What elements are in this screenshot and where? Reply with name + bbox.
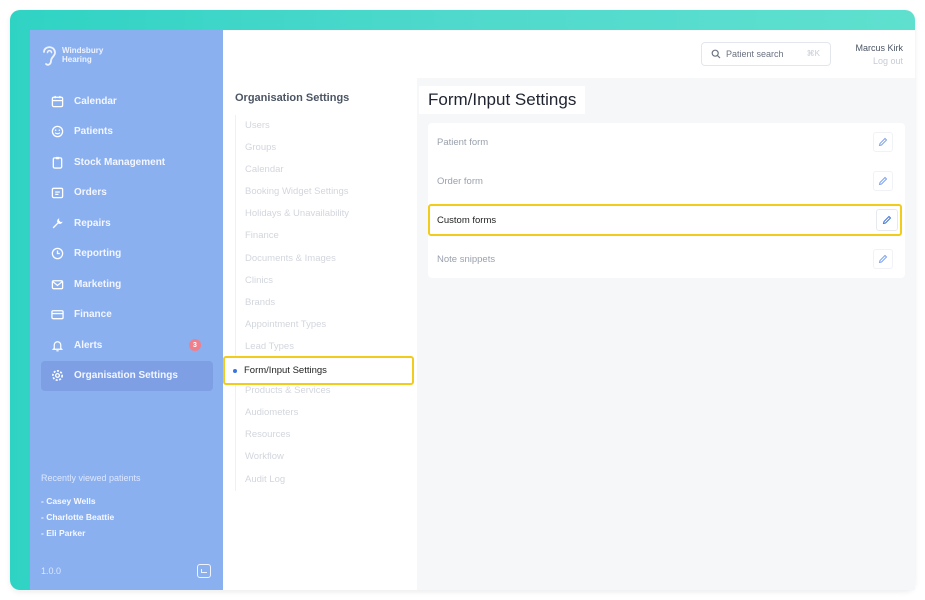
- edit-button[interactable]: [876, 209, 898, 231]
- settings-item-label: Form/Input Settings: [244, 365, 327, 376]
- brand-name: Windsbury Hearing: [62, 46, 122, 64]
- settings-item-booking-widget[interactable]: Booking Widget Settings: [236, 181, 349, 203]
- settings-item-lead-types[interactable]: Lead Types: [236, 336, 349, 358]
- settings-item-holidays[interactable]: Holidays & Unavailability: [236, 203, 349, 225]
- forms-list-card: Patient form Order form Note snippets: [428, 123, 905, 278]
- brand[interactable]: Windsbury Hearing: [40, 42, 122, 68]
- pencil-icon: [882, 215, 892, 225]
- sidebar-item-label: Patients: [74, 126, 113, 138]
- sidebar-item-calendar[interactable]: Calendar: [41, 86, 213, 117]
- sidebar-item-label: Marketing: [74, 278, 122, 290]
- settings-item-groups[interactable]: Groups: [236, 137, 349, 159]
- active-indicator-dot: [233, 368, 237, 373]
- edit-button[interactable]: [873, 132, 893, 152]
- collapse-sidebar-button[interactable]: [197, 564, 211, 578]
- alerts-count-badge: 3: [189, 339, 201, 351]
- screenshot-frame: Windsbury Hearing Calendar Patients Stoc…: [10, 10, 915, 590]
- user-name: Marcus Kirk: [855, 43, 903, 53]
- form-row-custom-forms[interactable]: Custom forms: [428, 204, 902, 236]
- pencil-icon: [878, 254, 888, 264]
- page-title: Form/Input Settings: [419, 86, 586, 114]
- clipboard-icon: [50, 155, 64, 169]
- sidebar-item-label: Calendar: [74, 95, 117, 107]
- form-row-order-form[interactable]: Order form: [428, 162, 905, 200]
- recent-patient-link[interactable]: - Casey Wells: [41, 493, 211, 509]
- settings-nav-title: Organisation Settings: [235, 92, 350, 104]
- settings-item-finance[interactable]: Finance: [236, 225, 349, 247]
- settings-item-appointment-types[interactable]: Appointment Types: [236, 314, 349, 336]
- sidebar-item-patients[interactable]: Patients: [41, 117, 213, 148]
- form-row-label: Order form: [437, 175, 483, 187]
- clock-icon: [50, 247, 64, 261]
- sidebar-item-label: Repairs: [74, 217, 111, 229]
- recently-viewed-title: Recently viewed patients: [41, 473, 141, 483]
- edit-button[interactable]: [873, 249, 893, 269]
- pencil-icon: [878, 176, 888, 186]
- orders-icon: [50, 186, 64, 200]
- search-shortcut: ⌘K: [806, 49, 820, 58]
- search-placeholder: Patient search: [726, 49, 784, 59]
- sidebar-item-finance[interactable]: Finance: [41, 300, 213, 331]
- sidebar-item-label: Reporting: [74, 248, 122, 260]
- sidebar-item-marketing[interactable]: Marketing: [41, 269, 213, 300]
- sidebar-item-orders[interactable]: Orders: [41, 178, 213, 209]
- settings-item-resources[interactable]: Resources: [236, 424, 349, 446]
- settings-nav: Organisation Settings Users Groups Calen…: [223, 78, 417, 590]
- smile-icon: [50, 125, 64, 139]
- form-row-note-snippets[interactable]: Note snippets: [428, 240, 905, 278]
- sidebar-nav: Calendar Patients Stock Management Order…: [41, 86, 213, 391]
- settings-item-form-input-settings[interactable]: Form/Input Settings: [223, 356, 414, 385]
- settings-item-audit-log[interactable]: Audit Log: [236, 469, 349, 491]
- settings-item-users[interactable]: Users: [236, 115, 349, 137]
- bell-icon: [50, 338, 64, 352]
- sidebar-item-label: Stock Management: [74, 156, 166, 168]
- sidebar-item-reporting[interactable]: Reporting: [41, 239, 213, 270]
- recent-patient-link[interactable]: - Charlotte Beattie: [41, 509, 211, 525]
- app-version: 1.0.0: [41, 566, 62, 576]
- sidebar: Windsbury Hearing Calendar Patients Stoc…: [30, 30, 223, 590]
- pencil-icon: [878, 137, 888, 147]
- calendar-icon: [50, 94, 64, 108]
- form-row-patient-form[interactable]: Patient form: [428, 123, 905, 161]
- settings-item-workflow[interactable]: Workflow: [236, 446, 349, 468]
- sidebar-item-organisation-settings[interactable]: Organisation Settings: [41, 360, 213, 391]
- main-content: Form/Input Settings Patient form Order f…: [417, 78, 915, 590]
- edit-button[interactable]: [873, 171, 893, 191]
- sidebar-item-stock-management[interactable]: Stock Management: [41, 147, 213, 178]
- settings-item-documents[interactable]: Documents & Images: [236, 248, 349, 270]
- card-icon: [50, 308, 64, 322]
- logout-link[interactable]: Log out: [855, 56, 903, 66]
- settings-item-audiometers[interactable]: Audiometers: [236, 402, 349, 424]
- sidebar-item-label: Orders: [74, 187, 107, 199]
- sidebar-item-label: Organisation Settings: [74, 370, 178, 382]
- mail-icon: [50, 277, 64, 291]
- patient-search-input[interactable]: Patient search ⌘K: [701, 42, 831, 66]
- wrench-icon: [50, 216, 64, 230]
- form-row-label: Patient form: [437, 136, 489, 148]
- settings-item-calendar[interactable]: Calendar: [236, 159, 349, 181]
- sidebar-item-label: Finance: [74, 309, 112, 321]
- brand-line-2: Hearing: [62, 55, 92, 64]
- search-icon: [711, 49, 721, 59]
- ear-icon: [43, 46, 56, 66]
- sidebar-item-alerts[interactable]: Alerts 3: [41, 330, 213, 361]
- sidebar-item-label: Alerts: [74, 339, 103, 351]
- settings-item-clinics[interactable]: Clinics: [236, 270, 349, 292]
- top-bar: Patient search ⌘K Marcus Kirk Log out: [223, 30, 915, 78]
- form-row-label: Note snippets: [437, 253, 496, 265]
- recent-patient-link[interactable]: - Eli Parker: [41, 525, 211, 541]
- user-menu: Marcus Kirk Log out: [855, 43, 903, 66]
- sidebar-item-repairs[interactable]: Repairs: [41, 208, 213, 239]
- app-window: Windsbury Hearing Calendar Patients Stoc…: [30, 30, 915, 590]
- settings-nav-list: Users Groups Calendar Booking Widget Set…: [235, 115, 349, 491]
- recently-viewed-patients: Recently viewed patients - Casey Wells -…: [41, 473, 211, 541]
- form-row-label: Custom forms: [437, 214, 497, 226]
- gear-icon: [50, 369, 64, 383]
- brand-line-1: Windsbury: [62, 46, 104, 55]
- settings-item-brands[interactable]: Brands: [236, 292, 349, 314]
